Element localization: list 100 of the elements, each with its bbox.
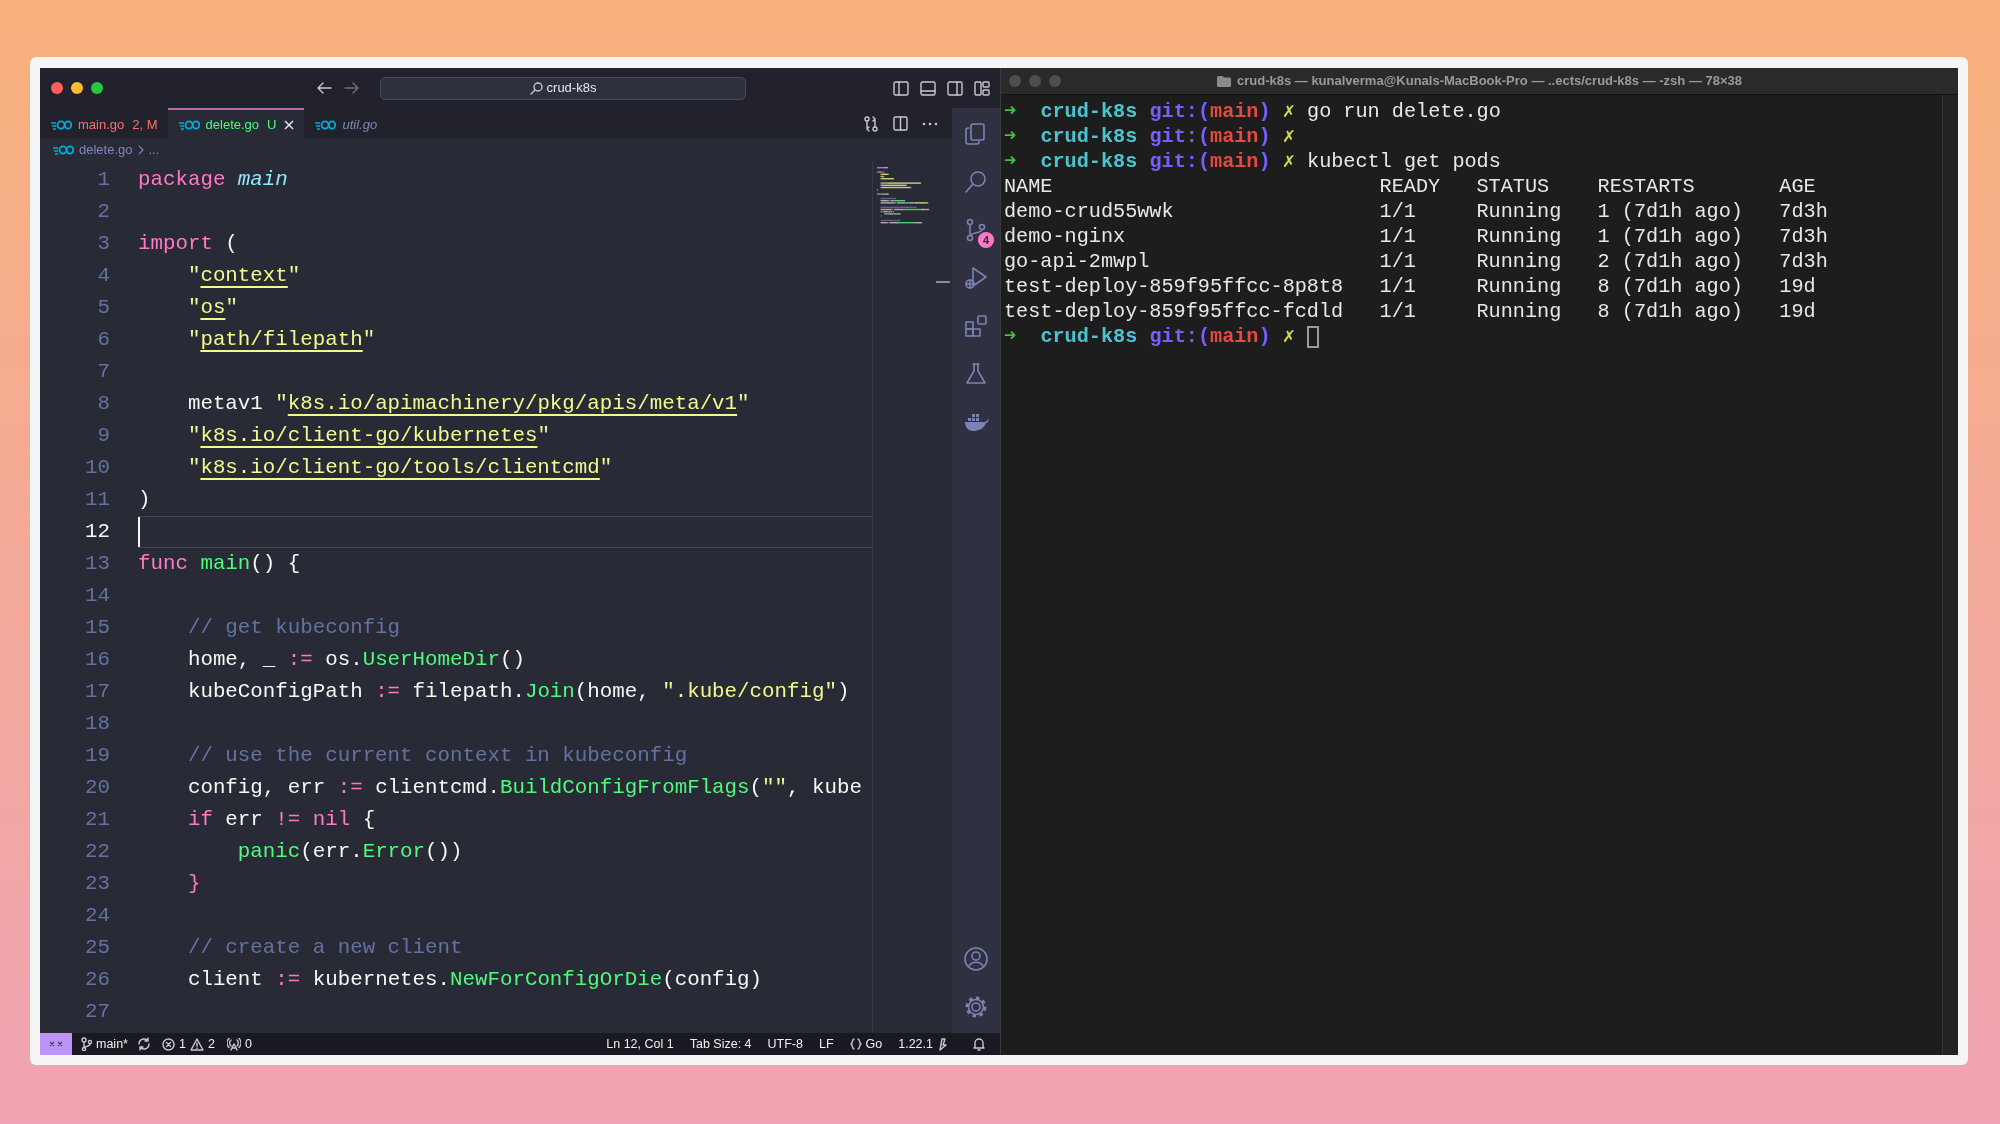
line-number: 3	[96, 231, 111, 257]
chevron-right-icon	[137, 145, 144, 155]
cursor-position-button[interactable]: Ln 12, Col 1	[601, 1033, 679, 1055]
table-cell-text: 7d3h	[1779, 249, 1829, 274]
line-number: 16	[84, 647, 111, 673]
code-line: "k8s.io/client-go/kubernetes"	[186, 423, 551, 449]
code-line: "context"	[186, 263, 302, 289]
line-number: 25	[84, 935, 111, 961]
code-line: }	[186, 871, 202, 897]
indentation-button[interactable]: Tab Size: 4	[684, 1033, 757, 1055]
code-line: client := kubernetes.NewForConfigOrDie(config)	[186, 967, 764, 993]
table-cell-text: 1/1	[1379, 249, 1417, 274]
code-line: metav1 "k8s.io/apimachinery/pkg/apis/meta/v1"	[186, 391, 751, 417]
maximize-window-icon[interactable]	[91, 82, 103, 94]
minimize-window-icon[interactable]	[71, 82, 83, 94]
extensions-icon[interactable]	[963, 313, 989, 339]
prompt-line: ➜ crud-k8s git:(main) ✗	[1004, 324, 1295, 349]
line-number: 1	[96, 167, 111, 193]
line-number: 20	[84, 775, 111, 801]
line-number: 17	[84, 679, 111, 705]
go-file-icon	[52, 144, 74, 156]
table-cell-text: 2 (7d1h ago)	[1597, 249, 1744, 274]
breadcrumb-item[interactable]: ...	[148, 140, 160, 160]
code-line: home, _ := os.UserHomeDir()	[186, 647, 526, 673]
scrollbar-thumb[interactable]	[936, 281, 950, 283]
branch-icon	[81, 1037, 92, 1051]
encoding-button[interactable]: UTF-8	[762, 1033, 808, 1055]
customize-layout-icon[interactable]	[974, 80, 990, 96]
search-icon[interactable]	[963, 169, 989, 195]
language-button[interactable]: Go	[844, 1033, 888, 1055]
go-file-icon	[314, 118, 337, 131]
toggle-sidebar-icon[interactable]	[893, 80, 909, 96]
breadcrumb-item[interactable]: delete.go	[79, 140, 133, 160]
line-number: 5	[96, 295, 111, 321]
table-cell-text: 19d	[1779, 299, 1817, 324]
flask-icon[interactable]	[963, 361, 989, 387]
code-line: )	[138, 487, 152, 513]
prompt-line: ➜ crud-k8s git:(main) ✗ kubectl get pods	[1004, 149, 1501, 174]
line-number: 26	[84, 967, 111, 993]
go-file-icon	[177, 118, 200, 131]
ports-button[interactable]: 0	[221, 1033, 257, 1055]
code-line: package main	[138, 167, 289, 193]
prompt-line: ➜ crud-k8s git:(main) ✗ go run delete.go	[1004, 99, 1501, 124]
bell-icon[interactable]	[972, 1037, 986, 1051]
go-version-button[interactable]: 1.22.1	[893, 1033, 952, 1055]
text-cursor	[138, 517, 140, 547]
line-ending-button[interactable]: LF	[813, 1033, 839, 1055]
branch-button[interactable]: main*	[76, 1033, 133, 1055]
table-cell-text: demo-nginx	[1004, 224, 1127, 249]
column-header: READY	[1379, 174, 1442, 199]
line-number: 7	[96, 359, 111, 385]
line-number: 13	[84, 551, 111, 577]
code-line: "os"	[186, 295, 239, 321]
table-cell-text: 1/1	[1379, 299, 1417, 324]
back-arrow-icon[interactable]	[316, 81, 332, 95]
code-line: // get kubeconfig	[186, 615, 402, 641]
account-icon[interactable]	[963, 946, 989, 972]
column-header: STATUS	[1476, 174, 1551, 199]
editor-tab[interactable]: delete.go U	[167, 108, 305, 139]
line-number: 6	[96, 327, 111, 353]
table-cell-text: demo-crud55wwk	[1004, 199, 1175, 224]
toggle-panel-icon[interactable]	[920, 80, 936, 96]
table-cell-text: test-deploy-859f95ffcc-8p8t8	[1004, 274, 1345, 299]
forward-arrow-icon[interactable]	[344, 81, 360, 95]
code-line: kubeConfigPath := filepath.Join(home, ".kube/config")	[186, 679, 851, 705]
line-number: 22	[84, 839, 111, 865]
table-cell-text: Running	[1476, 224, 1563, 249]
split-editor-icon[interactable]	[893, 116, 908, 131]
code-line: config, err := clientcmd.BuildConfigFromFlags("", kube	[186, 775, 863, 801]
prompt-line: ➜ crud-k8s git:(main) ✗	[1004, 124, 1295, 149]
table-cell-text: test-deploy-859f95ffcc-fcdld	[1004, 299, 1345, 324]
line-number: 15	[84, 615, 111, 641]
line-number: 19	[84, 743, 111, 769]
more-actions-icon[interactable]	[922, 121, 938, 126]
column-header: NAME	[1004, 174, 1054, 199]
error-icon	[161, 1037, 175, 1051]
table-cell-text: 7d3h	[1779, 199, 1829, 224]
line-number: 12	[84, 519, 111, 545]
settings-icon[interactable]	[963, 994, 989, 1020]
table-cell-text: Running	[1476, 299, 1563, 324]
window-title: crud-k8s — kunalverma@Kunals-MacBook-Pro — ..ects/crud-k8s — -zsh — 78×38	[1236, 72, 1742, 91]
close-icon[interactable]	[284, 119, 295, 130]
code-line: import (	[138, 231, 239, 257]
go-file-icon	[50, 118, 72, 131]
close-window-icon[interactable]	[51, 82, 63, 94]
column-header: AGE	[1779, 174, 1817, 199]
code-line: "path/filepath"	[186, 327, 377, 353]
command-center-search[interactable]: crud-k8s	[380, 76, 746, 100]
run-debug-icon[interactable]	[963, 265, 989, 291]
sync-icon[interactable]	[136, 1037, 151, 1051]
compare-changes-icon[interactable]	[863, 115, 879, 132]
search-icon	[529, 81, 543, 95]
line-number: 21	[84, 807, 111, 833]
table-cell-text: 1/1	[1379, 224, 1417, 249]
toggle-secondary-sidebar-icon[interactable]	[947, 80, 963, 96]
problems-button[interactable]: 1 2	[156, 1033, 220, 1055]
table-cell-text: 1 (7d1h ago)	[1597, 199, 1744, 224]
antenna-icon	[226, 1037, 241, 1051]
table-cell-text: 1/1	[1379, 274, 1417, 299]
line-number: 8	[96, 391, 111, 417]
